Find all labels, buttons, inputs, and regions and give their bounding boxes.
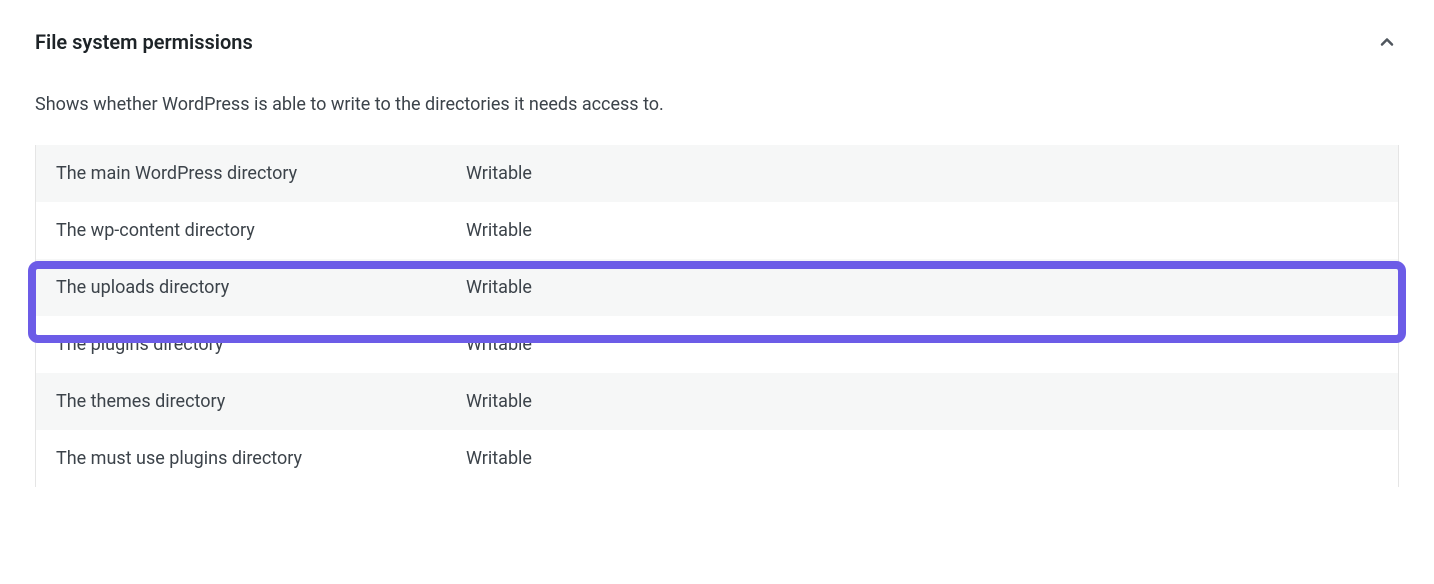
row-value: Writable xyxy=(466,163,1378,184)
row-value: Writable xyxy=(466,448,1378,469)
row-label: The must use plugins directory xyxy=(56,448,466,469)
row-value: Writable xyxy=(466,220,1378,241)
chevron-up-icon[interactable] xyxy=(1375,30,1399,54)
table-row: The wp-content directory Writable xyxy=(36,202,1398,259)
row-value: Writable xyxy=(466,334,1378,355)
table-row: The must use plugins directory Writable xyxy=(36,430,1398,487)
row-label: The uploads directory xyxy=(56,277,466,298)
table-row: The plugins directory Writable xyxy=(36,316,1398,373)
row-label: The wp-content directory xyxy=(56,220,466,241)
section-header[interactable]: File system permissions xyxy=(35,30,1399,54)
row-value: Writable xyxy=(466,391,1378,412)
table-row: The main WordPress directory Writable xyxy=(36,145,1398,202)
row-label: The main WordPress directory xyxy=(56,163,466,184)
table-row: The uploads directory Writable xyxy=(36,259,1398,316)
row-label: The plugins directory xyxy=(56,334,466,355)
row-label: The themes directory xyxy=(56,391,466,412)
row-value: Writable xyxy=(466,277,1378,298)
section-description: Shows whether WordPress is able to write… xyxy=(35,94,1399,115)
permissions-table: The main WordPress directory Writable Th… xyxy=(35,145,1399,487)
table-row: The themes directory Writable xyxy=(36,373,1398,430)
section-title: File system permissions xyxy=(35,30,253,54)
